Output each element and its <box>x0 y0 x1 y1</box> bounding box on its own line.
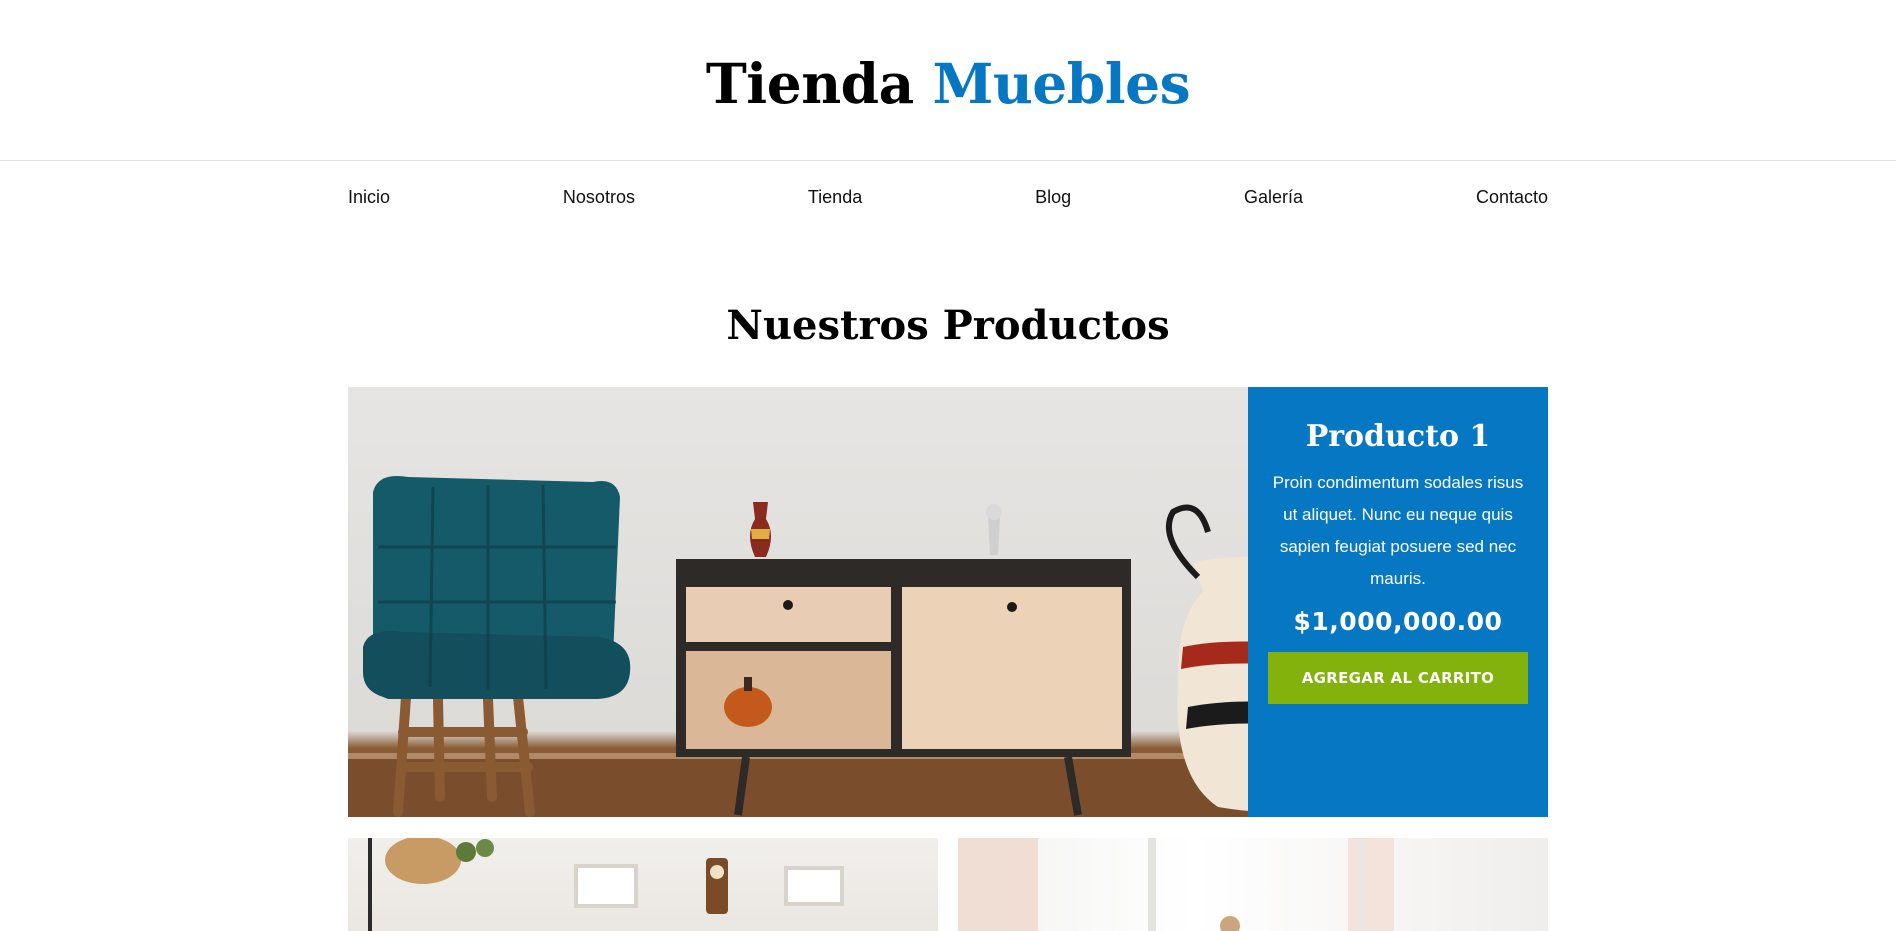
product-card-image[interactable] <box>958 838 1548 931</box>
product-description: Proin condimentum sodales risus ut aliqu… <box>1272 473 1524 588</box>
shelf-bottle <box>724 687 772 727</box>
nav-inicio[interactable]: Inicio <box>348 187 390 208</box>
nav-nosotros[interactable]: Nosotros <box>563 187 635 208</box>
nav-contacto[interactable]: Contacto <box>1476 187 1548 208</box>
site-logo[interactable]: Tienda Muebles <box>706 50 1191 111</box>
product-grid <box>348 838 1548 931</box>
window-photo <box>958 838 1394 931</box>
nav-blog[interactable]: Blog <box>1035 187 1071 208</box>
nav-tienda[interactable]: Tienda <box>808 187 862 208</box>
section-title: Nuestros Productos <box>726 302 1170 349</box>
site-header: Tienda Muebles <box>0 0 1896 161</box>
figurine <box>988 517 1000 555</box>
chair-seat <box>363 631 631 699</box>
featured-product: Producto 1 Proin condimentum sodales ris… <box>348 387 1548 817</box>
product-price: $1,000,000.00 <box>1293 607 1503 636</box>
sideboard-shelf <box>686 651 891 749</box>
add-to-cart-button[interactable]: AGREGAR AL CARRITO <box>1268 652 1528 704</box>
logo-text-primary: Tienda <box>705 50 914 116</box>
featured-product-image <box>348 387 1248 817</box>
furniture-photo <box>348 476 1248 817</box>
product-title: Producto 1 <box>1305 419 1491 454</box>
logo-text-accent: Muebles <box>932 50 1191 116</box>
product-info-panel: Producto 1 Proin condimentum sodales ris… <box>1248 387 1548 817</box>
nav-galeria[interactable]: Galería <box>1244 187 1303 208</box>
product-card-image[interactable] <box>348 838 938 931</box>
room-photo <box>368 838 844 931</box>
main-nav: Inicio Nosotros Tienda Blog Galería Cont… <box>348 161 1548 233</box>
sideboard-drawer <box>686 587 891 642</box>
